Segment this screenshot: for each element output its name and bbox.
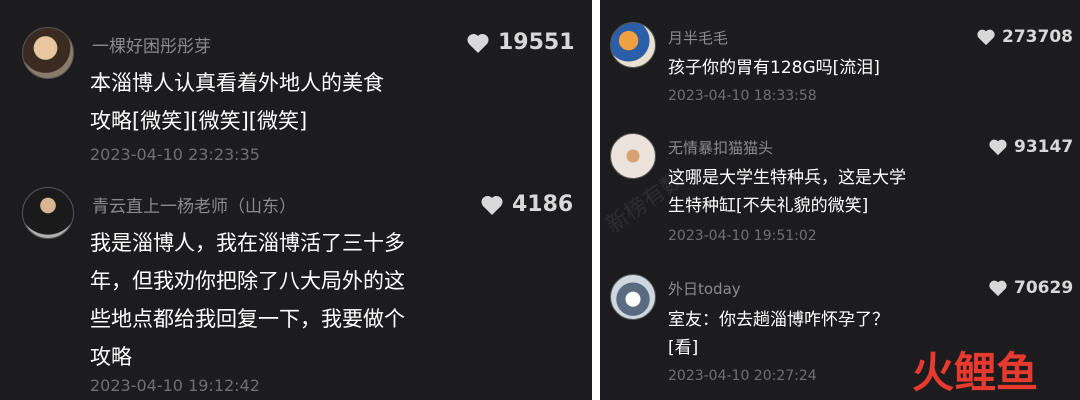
comment-text: 孩子你的胃有128G吗[流泪] [668,54,880,82]
comment-line: 攻略 [90,345,132,369]
comment-text: 这哪是大学生特种兵，这是大学 生特种缸[不失礼貌的微笑] [668,164,906,220]
comment-line: 孩子你的胃有128G吗[流泪] [668,58,880,78]
comment-username[interactable]: 青云直上一杨老师（山东） [92,192,296,217]
like-count: 93147 [1014,137,1074,157]
comment-timestamp: 2023-04-10 20:27:24 [668,368,817,384]
like-button[interactable]: 19551 [466,30,575,55]
like-button[interactable]: 70629 [988,278,1073,298]
comment-line: 攻略[微笑][微笑][微笑] [90,109,308,133]
user-avatar[interactable] [610,274,656,320]
comment-text: 我是淄博人，我在淄博活了三十多 年，但我劝你把除了八大局外的这 些地点都给我回复… [90,224,405,376]
comment-line: 本淄博人认真看着外地人的美食 [90,71,384,95]
comment-username[interactable]: 一棵好困彤彤芽 [92,32,211,57]
comment-line: 这哪是大学生特种兵，这是大学 [668,168,906,188]
user-avatar[interactable] [610,133,656,179]
comment-timestamp: 2023-04-10 19:51:02 [668,228,817,244]
comment-line: 年，但我劝你把除了八大局外的这 [90,269,405,293]
like-count: 4186 [512,192,574,217]
like-count: 273708 [1002,27,1073,47]
comment-line: 些地点都给我回复一下，我要做个 [90,307,405,331]
heart-icon [467,33,489,53]
like-button[interactable]: 273708 [976,27,1073,47]
comment-username[interactable]: 月半毛毛 [668,27,728,48]
comment-timestamp: 2023-04-10 18:33:58 [668,88,817,104]
comment-username[interactable]: 外日today [668,278,741,299]
brand-logo: 火鲤鱼 [912,348,1038,395]
right-comment-panel: 月半毛毛 273708 孩子你的胃有128G吗[流泪] 2023-04-10 1… [600,0,1080,400]
comment-timestamp: 2023-04-10 23:23:35 [90,145,260,164]
svg-text:火鲤鱼: 火鲤鱼 [912,348,1038,395]
heart-icon [989,139,1007,156]
user-avatar[interactable] [22,27,74,79]
left-comment-panel: 一棵好困彤彤芽 19551 本淄博人认真看着外地人的美食 攻略[微笑][微笑][… [0,0,592,400]
comment-line: [看] [668,338,699,358]
comment-text: 本淄博人认真看着外地人的美食 攻略[微笑][微笑][微笑] [90,64,384,140]
heart-icon [989,280,1007,297]
like-button[interactable]: 4186 [480,192,573,217]
comment-text: 室友：你去趟淄博咋怀孕了？ [看] [668,306,889,362]
comment-line: 生特种缸[不失礼貌的微笑] [668,196,869,216]
like-count: 70629 [1014,278,1074,298]
comment-line: 我是淄博人，我在淄博活了三十多 [90,231,405,255]
like-button[interactable]: 93147 [988,137,1073,157]
comment-line: 室友：你去趟淄博咋怀孕了？ [668,310,889,330]
heart-icon [977,29,995,46]
heart-icon [481,195,503,215]
user-avatar[interactable] [22,187,74,239]
like-count: 19551 [498,30,575,55]
comment-timestamp: 2023-04-10 19:12:42 [90,376,260,395]
user-avatar[interactable] [610,22,656,68]
comment-username[interactable]: 无情暴扣猫猫头 [668,137,773,158]
